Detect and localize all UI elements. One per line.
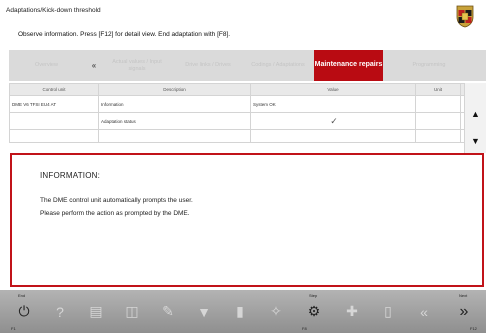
printer-icon: ▤ xyxy=(89,303,103,319)
table-scrollbar[interactable]: ▲ ▼ xyxy=(464,83,486,153)
information-heading: INFORMATION: xyxy=(40,171,101,180)
page-title: Adaptations/Kick-down threshold xyxy=(6,7,101,14)
tab-maintenance-repairs[interactable]: Maintenance repairs xyxy=(314,50,383,81)
tab-codings[interactable]: Codings / Adaptations xyxy=(245,50,311,81)
tab-programming[interactable]: Programming xyxy=(389,50,469,81)
column-header-control-unit: Control unit xyxy=(9,83,99,96)
step-button[interactable]: Step ⚙ F8 xyxy=(298,290,330,333)
table-row[interactable]: Adaptation status ✓ xyxy=(9,112,474,130)
chevrons-right-icon: » xyxy=(459,302,469,320)
power-icon: ⏻ xyxy=(18,303,30,319)
cell-description: Adaptation status xyxy=(98,112,251,130)
filter-button[interactable]: ▼ xyxy=(188,290,220,333)
plug-icon: ✚ xyxy=(346,303,358,319)
pencil-icon: ✎ xyxy=(162,303,174,319)
cell-unit xyxy=(415,112,461,130)
trash-button[interactable]: ▮ xyxy=(224,290,256,333)
information-text: The DME control unit automatically promp… xyxy=(40,197,193,204)
tab-actual-values[interactable]: Actual values / Input signals xyxy=(104,50,170,81)
porsche-crest-logo xyxy=(456,5,474,28)
wrench-icon: ✧ xyxy=(270,303,282,319)
tools-button[interactable]: ✧ xyxy=(260,290,292,333)
help-button[interactable]: ? xyxy=(44,290,76,333)
step-icon: ⚙ xyxy=(307,303,321,319)
print-button[interactable]: ▤ xyxy=(80,290,112,333)
next-button[interactable]: Next » F12 xyxy=(448,290,480,333)
cell-control-unit: DME V6 TFSI EU4 AT xyxy=(9,95,99,113)
end-button[interactable]: End ⏻ F1 xyxy=(8,290,40,333)
information-panel: INFORMATION: The DME control unit automa… xyxy=(10,153,484,287)
scroll-up-button[interactable]: ▲ xyxy=(465,101,486,126)
table-row xyxy=(9,129,474,143)
battery-icon: ▯ xyxy=(384,303,392,319)
instruction-text: Observe information. Press [F12] for det… xyxy=(18,31,231,38)
cell-description: Information xyxy=(98,95,251,113)
connect-button[interactable]: ✚ xyxy=(336,290,368,333)
measure-button[interactable]: ◫ xyxy=(116,290,148,333)
values-table: Control unit Description Value Unit DME … xyxy=(9,83,474,153)
cell-value: System OK xyxy=(250,95,416,113)
tab-scroll-left-button[interactable]: « xyxy=(88,50,100,81)
information-text: Please perform the action as prompted by… xyxy=(40,210,190,217)
cell-value: ✓ xyxy=(250,112,416,130)
trash-icon: ▮ xyxy=(236,303,244,319)
battery-button[interactable]: ▯ xyxy=(372,290,404,333)
tab-drive-links[interactable]: Drive links / Drives xyxy=(175,50,241,81)
filter-icon: ▼ xyxy=(197,303,211,320)
tab-overview[interactable]: Overview xyxy=(9,50,84,81)
chevrons-left-icon: « xyxy=(420,303,428,320)
scroll-down-button[interactable]: ▼ xyxy=(465,128,486,153)
notes-button[interactable]: ✎ xyxy=(152,290,184,333)
cell-control-unit xyxy=(9,112,99,130)
tab-bar: Overview « Actual values / Input signals… xyxy=(9,50,486,81)
checkmark-icon: ✓ xyxy=(330,115,338,126)
column-header-value: Value xyxy=(250,83,416,96)
chart-icon: ◫ xyxy=(125,303,139,319)
column-header-description: Description xyxy=(98,83,251,96)
column-header-unit: Unit xyxy=(415,83,461,96)
bottom-toolbar: End ⏻ F1 ? ▤ ◫ ✎ ▼ ▮ ✧ Step ⚙ F8 ✚ ▯ « N… xyxy=(0,290,486,333)
help-icon: ? xyxy=(56,303,64,320)
cell-unit xyxy=(415,95,461,113)
table-row[interactable]: DME V6 TFSI EU4 AT Information System OK xyxy=(9,95,474,113)
back-button[interactable]: « xyxy=(408,290,440,333)
